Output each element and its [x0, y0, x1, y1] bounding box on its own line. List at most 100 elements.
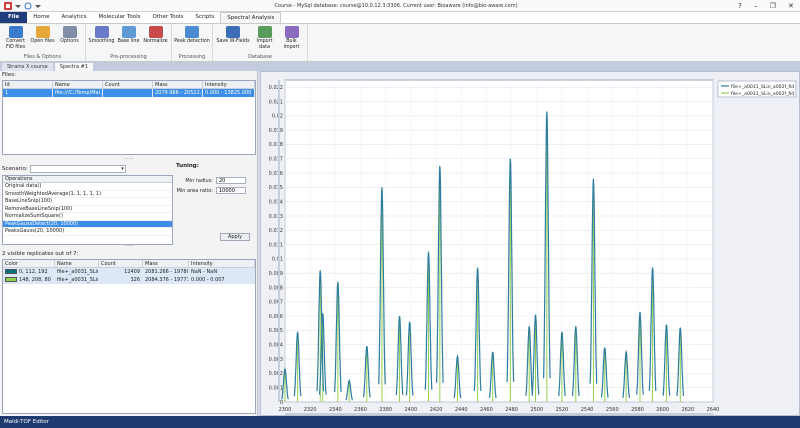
y-tick-label: 0.019	[269, 128, 283, 134]
column-header[interactable]: Color	[3, 260, 55, 267]
cell-intensity: 0.000 - 0.007	[189, 276, 255, 284]
legend-entry: file+_a0031_SLin_a002f_fid	[731, 91, 794, 97]
x-tick-label: 2540	[581, 407, 594, 413]
splitter-handle[interactable]: ·····	[0, 243, 258, 250]
tab-spectral-analysis[interactable]: Spectral Analysis	[220, 12, 282, 23]
splitter-handle[interactable]: ·····	[0, 156, 258, 163]
y-tick-label: 0.004	[269, 343, 283, 349]
column-header[interactable]: Mass	[153, 81, 203, 88]
files-label: Files:	[2, 72, 16, 78]
min-area-label: Min area ratio:	[176, 187, 213, 194]
ribbon: Convert FID files Open files Options Fil…	[0, 24, 800, 62]
column-header[interactable]: Name	[55, 260, 99, 267]
x-tick-label: 2340	[329, 407, 342, 413]
y-tick-label: 0.009	[269, 271, 283, 277]
scenario-row: Scenario: ▾	[2, 165, 126, 173]
save-w-fields-button[interactable]: Save W-Fields	[215, 24, 251, 53]
color-swatch[interactable]	[5, 277, 17, 282]
doc-tab-strains[interactable]: Strains X course	[2, 63, 53, 71]
column-header[interactable]: Name	[53, 81, 103, 88]
cell-intensity: 0.000 - 13825.000	[203, 89, 255, 97]
y-tick-label: 0.008	[269, 285, 283, 291]
doc-tab-spectra[interactable]: Spectra #1	[54, 63, 93, 71]
min-area-input[interactable]	[216, 187, 246, 194]
import-icon	[257, 26, 272, 38]
spectrum-chart[interactable]: 0 0.001 0.002 0.003 0.004 0.005 0.006 0.007 0.00…	[261, 72, 799, 415]
column-header[interactable]: Intensity	[203, 81, 255, 88]
quick-access-toolbar	[0, 1, 60, 10]
list-item[interactable]: Original data()	[3, 183, 172, 191]
options-icon	[62, 26, 77, 38]
tab-other-tools[interactable]: Other Tools	[147, 12, 190, 23]
spectrum-chart-panel[interactable]: 0 0.001 0.002 0.003 0.004 0.005 0.006 0.007 0.00…	[260, 71, 800, 416]
list-item[interactable]: RemoveBaseLineSnip(100)	[3, 206, 172, 213]
smoothing-button[interactable]: Smoothing	[88, 24, 115, 53]
options-button[interactable]: Options	[56, 24, 83, 53]
help-button[interactable]: ?	[738, 2, 742, 10]
maximize-button[interactable]: ❐	[770, 2, 776, 10]
cell-id: 1	[3, 89, 53, 97]
x-tick-label: 2320	[304, 407, 317, 413]
cell-name: file+_a0031_SLin...	[55, 276, 99, 284]
peak-detection-icon	[185, 26, 199, 38]
bulk-import-icon	[284, 26, 299, 38]
x-tick-label: 2640	[707, 407, 720, 413]
group-pre-processing: Smoothing Base line Normalize Pre-proces…	[86, 24, 172, 61]
column-header[interactable]: Count	[99, 260, 143, 267]
chevron-down-icon: ▾	[121, 166, 124, 172]
tab-file[interactable]: File	[0, 12, 28, 23]
minimize-button[interactable]: –	[754, 2, 758, 10]
operations-header: Operations	[3, 176, 172, 183]
dropdown-arrow-icon[interactable]	[35, 3, 41, 9]
table-row[interactable]: 148, 208, 80 file+_a0031_SLin... 326 208…	[3, 276, 255, 284]
bulk-import-button[interactable]: Bulk import	[278, 24, 305, 53]
table-row[interactable]: 1 file:///C:/Temp/Mal... 2079.966 - 2052…	[3, 89, 255, 97]
vertical-scrollbar	[278, 80, 280, 402]
x-tick-label: 2300	[279, 407, 292, 413]
tab-home[interactable]: Home	[27, 12, 55, 23]
list-item[interactable]: PeaksGauss(20, 10000)	[3, 228, 172, 236]
list-item-selected[interactable]: PeakGaussDetect(20, 10000)	[3, 220, 172, 228]
refresh-icon[interactable]	[24, 2, 32, 10]
dropdown-arrow-icon[interactable]	[15, 3, 21, 9]
color-swatch[interactable]	[5, 269, 17, 274]
list-item[interactable]: NormalizeSumSquare()	[3, 213, 172, 221]
apply-button[interactable]: Apply	[220, 233, 250, 241]
replicates-label: 2 visible replicates out of 7:	[2, 251, 79, 257]
scenario-select[interactable]: ▾	[29, 165, 126, 173]
normalize-button[interactable]: Normalize	[142, 24, 169, 53]
x-tick-label: 2460	[480, 407, 493, 413]
baseline-icon	[121, 26, 136, 38]
tab-molecular-tools[interactable]: Molecular Tools	[93, 12, 147, 23]
scenario-label: Scenario:	[2, 166, 28, 172]
list-item[interactable]: SmoothWeightedAverage(1, 1, 1, 1, 1)	[3, 191, 172, 198]
table-row[interactable]: 0, 112, 192 file+_a0031_SLin... 12409 20…	[3, 268, 255, 276]
column-header[interactable]: Count	[103, 81, 153, 88]
group-processing: Peak detection Processing	[172, 24, 213, 61]
convert-fid-files-button[interactable]: Convert FID files	[2, 24, 29, 53]
peak-detection-button[interactable]: Peak detection	[174, 24, 210, 53]
cell-mass: 2081.266 - 19780...	[143, 268, 189, 276]
cell-count: 326	[99, 276, 143, 284]
import-data-button[interactable]: Import data	[251, 24, 278, 53]
min-radius-input[interactable]	[216, 177, 246, 184]
plot-area	[284, 79, 714, 403]
x-tick-label: 2560	[606, 407, 619, 413]
group-files-options: Convert FID files Open files Options Fil…	[0, 24, 86, 61]
y-tick-label: 0.006	[269, 314, 283, 320]
column-header[interactable]: Intensity	[189, 260, 255, 267]
column-header[interactable]: Mass	[143, 260, 189, 267]
close-button[interactable]: ✕	[788, 2, 794, 10]
list-item[interactable]: BaseLineSnip(100)	[3, 198, 172, 206]
y-tick-label: 0.01	[272, 257, 283, 263]
cell-name: file+_a0031_SLin...	[55, 268, 99, 276]
column-header[interactable]: Id	[3, 81, 53, 88]
tab-analytics[interactable]: Analytics	[56, 12, 93, 23]
document-tabs: Strains X course Spectra #1	[0, 62, 800, 71]
y-tick-label: 0.015	[269, 185, 283, 191]
cell-mass: 2084.376 - 19773...	[143, 276, 189, 284]
tab-scripts[interactable]: Scripts	[189, 12, 220, 23]
base-line-button[interactable]: Base line	[115, 24, 142, 53]
open-files-button[interactable]: Open files	[29, 24, 56, 53]
normalize-icon	[148, 26, 163, 38]
